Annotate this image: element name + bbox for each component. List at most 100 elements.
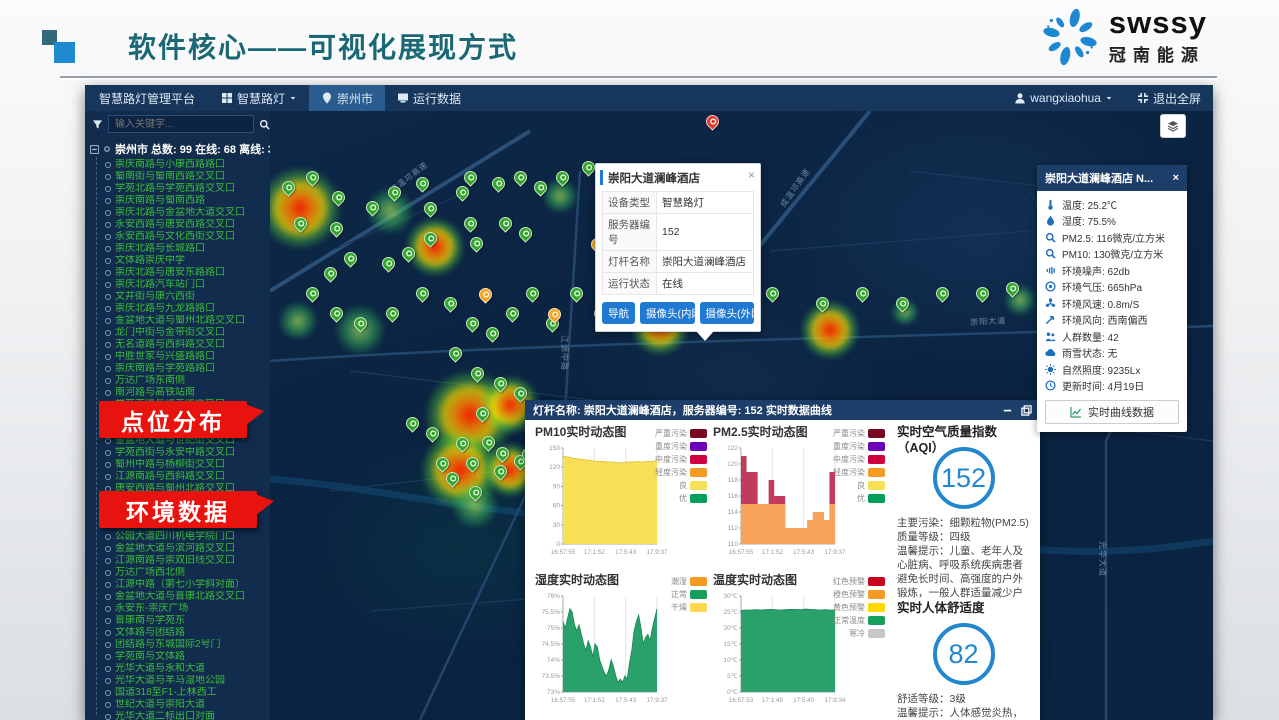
temperature-legend: 红色预警橙色预警黄色预警正常温度寒冷 bbox=[833, 576, 885, 639]
legend-item: 潮湿 bbox=[671, 576, 707, 587]
device-list-item[interactable]: 文体路崇庆中学 bbox=[105, 255, 270, 267]
device-list-item[interactable]: 万达广场西北侧 bbox=[105, 567, 270, 579]
nav-item-running-data[interactable]: 运行数据 bbox=[385, 85, 473, 111]
tree-root[interactable]: 崇州市 总数: 99 在线: 68 离线: 31 bbox=[85, 137, 270, 159]
device-list-item[interactable]: 蜀南街与蜀南西路交叉口 bbox=[105, 171, 270, 183]
svg-text:75%: 75% bbox=[547, 625, 560, 632]
navigate-button[interactable]: 导航 bbox=[602, 302, 635, 324]
device-list-item[interactable]: 崇庆北路与长城路口 bbox=[105, 243, 270, 255]
device-list-item[interactable]: 崇庆南路与小康西路路口 bbox=[105, 159, 270, 171]
device-list-item[interactable]: 崇庆南路与学苑路路口 bbox=[105, 363, 270, 375]
device-list-item[interactable]: 文体路与团结路 bbox=[105, 627, 270, 639]
device-list-item[interactable]: 光华大道与永和大道 bbox=[105, 663, 270, 675]
device-icon bbox=[105, 654, 111, 660]
minimize-icon[interactable] bbox=[1002, 405, 1013, 416]
device-list-item[interactable]: 崇庆北路汽车站门口 bbox=[105, 279, 270, 291]
device-list-item[interactable]: 崇庆北路与九龙路路口 bbox=[105, 303, 270, 315]
search-input[interactable] bbox=[108, 115, 254, 133]
device-list-item[interactable]: 光华大道与羊马湿地公园 bbox=[105, 675, 270, 687]
popup-row-value: 在线 bbox=[657, 273, 754, 295]
device-list-item[interactable]: 万达广场东南侧 bbox=[105, 375, 270, 387]
user-icon bbox=[1014, 92, 1026, 104]
device-list-item[interactable]: 中胜世家与兴盛路路口 bbox=[105, 351, 270, 363]
legend-swatch bbox=[690, 577, 707, 586]
restore-icon[interactable] bbox=[1021, 405, 1032, 416]
device-list-item[interactable]: 学苑南与文体路 bbox=[105, 651, 270, 663]
svg-text:116: 116 bbox=[728, 493, 739, 500]
svg-text:30℃: 30℃ bbox=[723, 593, 738, 600]
search-icon[interactable] bbox=[259, 119, 270, 130]
device-icon bbox=[105, 462, 111, 468]
device-list-item[interactable]: 永安西路与文化西街交叉口 bbox=[105, 231, 270, 243]
svg-text:110: 110 bbox=[728, 541, 739, 548]
camera-external-button[interactable]: 摄像头(外网) bbox=[700, 302, 755, 324]
aqi-comfort-column: 实时空气质量指数（AQI）152主要污染：细颗粒物(PM2.5)质量等级：四级温… bbox=[891, 424, 1030, 720]
device-list-item[interactable]: 金盆地大道与晋康北路交叉口 bbox=[105, 591, 270, 603]
device-list-item[interactable]: 世纪大道与崇阳大道 bbox=[105, 699, 270, 711]
close-icon[interactable]: × bbox=[748, 168, 755, 182]
realtime-curve-button[interactable]: 实时曲线数据 bbox=[1045, 400, 1179, 424]
svg-text:17:1:52: 17:1:52 bbox=[762, 549, 784, 556]
device-list-item-label: 光华大道二标出口对面 bbox=[115, 711, 215, 720]
close-icon[interactable]: × bbox=[1173, 172, 1179, 184]
env-row-text: 环境气压: 665hPa bbox=[1062, 279, 1142, 294]
legend-item: 严重污染 bbox=[833, 428, 885, 439]
device-list-item[interactable]: 江源中路（第七小学斜对面） bbox=[105, 579, 270, 591]
legend-swatch bbox=[690, 481, 707, 490]
device-icon bbox=[105, 162, 111, 168]
map-layers-button[interactable] bbox=[1160, 114, 1186, 138]
popup-row-label: 设备类型 bbox=[603, 192, 657, 214]
callout-label: 环境数据 bbox=[126, 493, 230, 527]
device-list-item[interactable]: 晋康南与学苑东 bbox=[105, 615, 270, 627]
device-list-item[interactable]: 学苑北路与学苑西路交叉口 bbox=[105, 183, 270, 195]
device-list-item[interactable]: 金盆地大道与蜀州北路交叉口 bbox=[105, 315, 270, 327]
device-list-item[interactable]: 永安西路与唐安西路交叉口 bbox=[105, 219, 270, 231]
camera-internal-button[interactable]: 摄像头(内网) bbox=[640, 302, 695, 324]
legend-swatch bbox=[868, 455, 885, 464]
svg-text:17:5:43: 17:5:43 bbox=[793, 549, 815, 556]
nav-item-smart-lamps[interactable]: 智慧路灯 bbox=[209, 85, 309, 111]
device-list: 崇庆南路与小康西路路口蜀南街与蜀南西路交叉口学苑北路与学苑西路交叉口崇庆南路与蜀… bbox=[85, 159, 270, 720]
device-list-item[interactable]: 龙门中街与金带街交叉口 bbox=[105, 327, 270, 339]
env-row-text: 温度: 25.2℃ bbox=[1062, 197, 1117, 212]
exit-fullscreen-button[interactable]: 退出全屏 bbox=[1125, 85, 1213, 111]
device-list-item[interactable]: 江源南路与崇双旧线交叉口 bbox=[105, 555, 270, 567]
device-list-item[interactable]: 团结路与东城国际2号门 bbox=[105, 639, 270, 651]
device-icon bbox=[105, 390, 111, 396]
device-list-item[interactable]: 蜀州中路与杨柳街交叉口 bbox=[105, 459, 270, 471]
filter-icon[interactable] bbox=[92, 119, 103, 130]
app-brand[interactable]: 智慧路灯管理平台 bbox=[85, 90, 209, 107]
svg-text:17:9:37: 17:9:37 bbox=[824, 549, 846, 556]
device-list-item[interactable]: 国道318至F1-上林西工 bbox=[105, 687, 270, 699]
device-list-item[interactable]: 崇庆北路与金盆地大道交叉口 bbox=[105, 207, 270, 219]
device-list-item[interactable]: 光华大道二标出口对面 bbox=[105, 711, 270, 720]
device-icon bbox=[105, 702, 111, 708]
popup-row-value: 崇阳大道澜峰酒店 bbox=[657, 251, 754, 273]
device-list-item[interactable]: 公园大道四川机电学院门口 bbox=[105, 531, 270, 543]
comfort-details: 舒适等级：3级温馨提示：人体感觉炎热，很不舒适，请注意防暑降温； bbox=[897, 692, 1030, 720]
device-list-item[interactable]: 学苑西街与永安中路交叉口 bbox=[105, 447, 270, 459]
device-list-item[interactable]: 无名道路与西斜路交叉口 bbox=[105, 339, 270, 351]
device-list-item[interactable]: 永安东-崇庆广场 bbox=[105, 603, 270, 615]
search-bar bbox=[85, 111, 270, 137]
device-list-item[interactable]: 崇庆北路与唐安东路路口 bbox=[105, 267, 270, 279]
device-list-item-label: 万达广场东南侧 bbox=[115, 375, 185, 387]
magnifier-icon bbox=[1045, 248, 1056, 259]
legend-swatch bbox=[690, 590, 707, 599]
legend-label: 中度污染 bbox=[655, 454, 687, 465]
device-list-item[interactable]: 南河路与高铁站南 bbox=[105, 387, 270, 399]
device-list-item[interactable]: 文井街与康六西街 bbox=[105, 291, 270, 303]
user-menu[interactable]: wangxiaohua bbox=[1002, 85, 1125, 111]
legend-swatch bbox=[868, 429, 885, 438]
device-list-item[interactable]: 江源南路与西斜路交叉口 bbox=[105, 471, 270, 483]
device-list-item-label: 崇庆南路与小康西路路口 bbox=[115, 159, 225, 171]
device-icon bbox=[105, 222, 111, 228]
collapse-icon[interactable] bbox=[90, 145, 99, 154]
nav-item-city[interactable]: 崇州市 bbox=[309, 85, 385, 111]
cloud-icon bbox=[1045, 347, 1056, 358]
device-list-item-label: 龙门中街与金带街交叉口 bbox=[115, 327, 225, 339]
device-list-item[interactable]: 金盆地大道与滨河路交叉口 bbox=[105, 543, 270, 555]
device-list-item-label: 崇庆北路汽车站门口 bbox=[115, 279, 205, 291]
comfort-title: 实时人体舒适度 bbox=[897, 600, 1030, 616]
device-list-item[interactable]: 崇庆南路与蜀南西路 bbox=[105, 195, 270, 207]
